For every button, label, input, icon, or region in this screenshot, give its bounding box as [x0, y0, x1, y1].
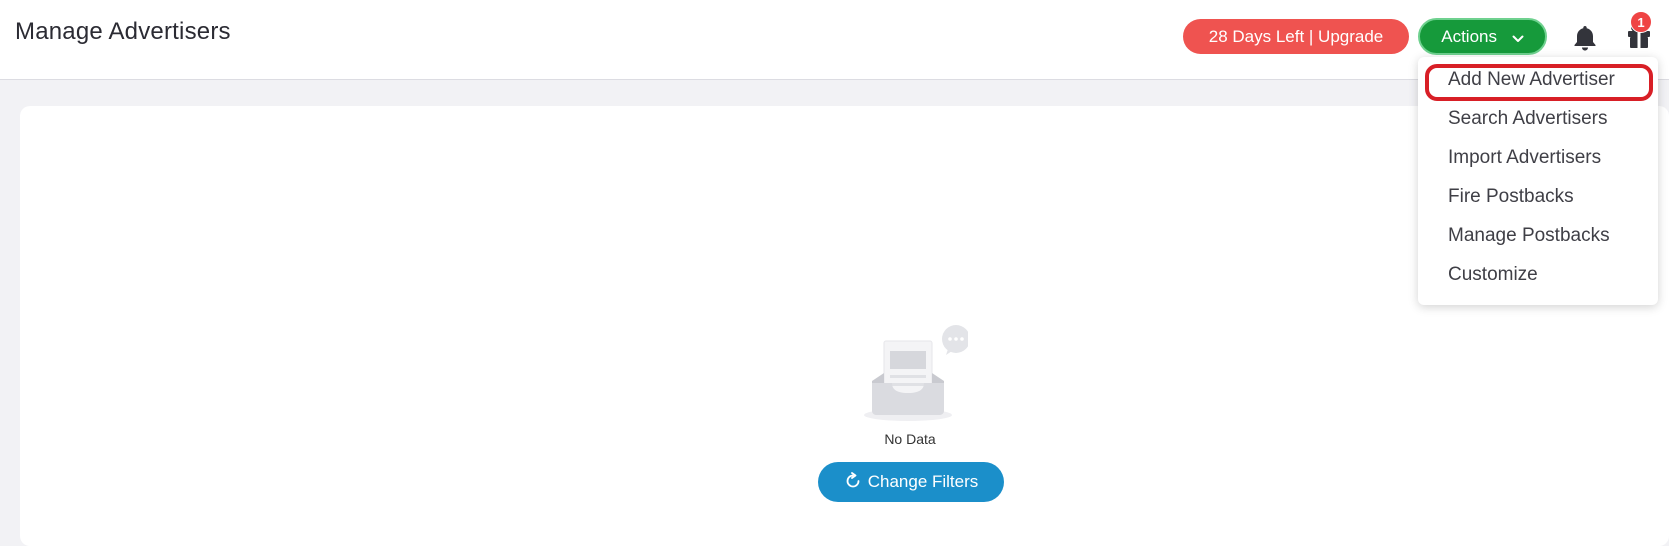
chevron-down-icon	[1512, 21, 1524, 54]
menu-item-manage-postbacks[interactable]: Manage Postbacks	[1448, 221, 1610, 251]
empty-state-text: No Data	[884, 431, 936, 447]
menu-item-customize[interactable]: Customize	[1448, 260, 1538, 290]
upgrade-button[interactable]: 28 Days Left | Upgrade	[1183, 19, 1409, 54]
empty-inbox-icon	[862, 323, 970, 427]
actions-button[interactable]: Actions	[1418, 18, 1547, 55]
menu-item-fire-postbacks[interactable]: Fire Postbacks	[1448, 182, 1574, 212]
bell-icon[interactable]	[1572, 24, 1598, 52]
page-title: Manage Advertisers	[15, 18, 231, 45]
menu-item-add-new-advertiser[interactable]: Add New Advertiser	[1448, 65, 1615, 95]
notification-badge: 1	[1630, 11, 1652, 33]
actions-dropdown-menu: Add New Advertiser Search Advertisers Im…	[1418, 57, 1658, 305]
refresh-icon	[846, 472, 860, 488]
menu-item-search-advertisers[interactable]: Search Advertisers	[1448, 104, 1607, 134]
menu-item-import-advertisers[interactable]: Import Advertisers	[1448, 143, 1601, 173]
actions-button-label: Actions	[1441, 27, 1497, 46]
change-filters-button[interactable]: Change Filters	[818, 462, 1004, 502]
change-filters-label: Change Filters	[867, 472, 979, 491]
